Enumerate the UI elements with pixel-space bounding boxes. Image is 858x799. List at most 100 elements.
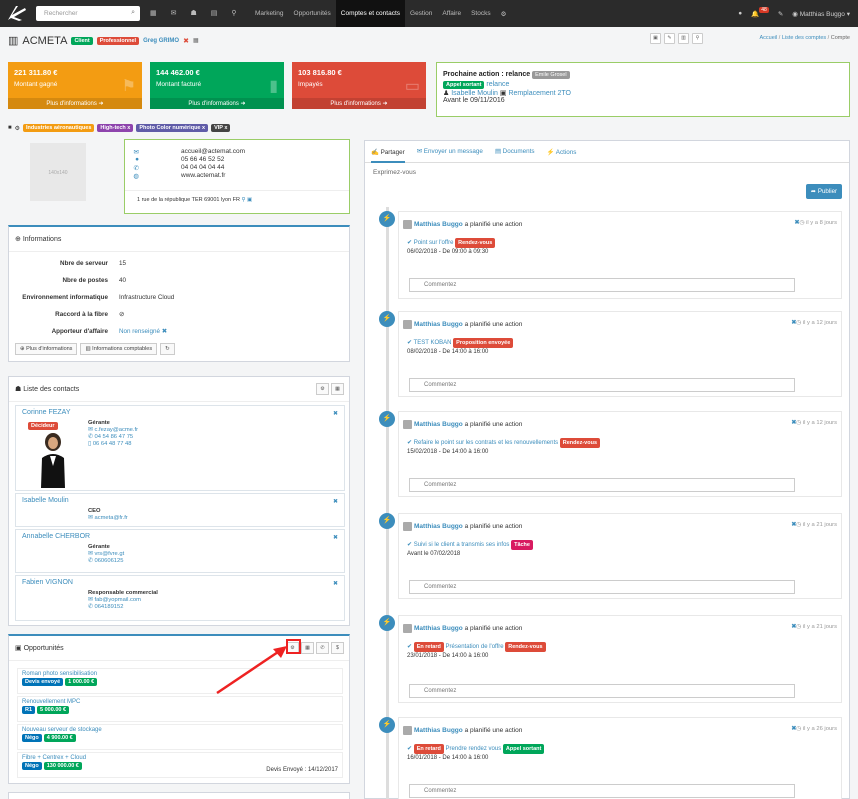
export-icon[interactable]: ▣ <box>650 33 661 44</box>
menu-marketing[interactable]: Marketing <box>250 0 289 27</box>
contact-phone[interactable]: ✆ 064189152 <box>88 604 158 611</box>
feed-user[interactable]: Matthias Buggo <box>414 321 463 328</box>
delete-icon[interactable]: ✖ <box>795 220 800 226</box>
opportunity-row[interactable]: Fibre + Centrex + Cloud Négo 130 000.00 € D… <box>17 752 343 778</box>
search-input[interactable]: Rechercher ⌕ <box>36 6 140 21</box>
wrench-icon[interactable]: ✎ <box>778 10 783 18</box>
tag-item[interactable]: Industries aéronautiques <box>23 124 95 132</box>
calendar-icon[interactable]: ▦ <box>150 9 157 17</box>
tab-actions[interactable]: ⚡ Actions <box>547 148 577 162</box>
delete-icon[interactable]: ✖ <box>791 624 796 630</box>
action-link[interactable]: ✔ Refaire le point sur les contrats et l… <box>407 440 558 446</box>
delete-icon[interactable]: ▥ <box>678 33 689 44</box>
more-info-button[interactable]: ⊕ Plus d'informations <box>15 343 78 355</box>
breadcrumb-accounts[interactable]: Liste des comptes <box>782 35 826 41</box>
remove-contact-icon[interactable]: ✖ <box>333 580 338 587</box>
remove-contact-icon[interactable]: ✖ <box>333 534 338 541</box>
info-value[interactable]: Non renseigné ✖ <box>119 328 167 335</box>
stat-more-info-link[interactable]: Plus d'informations ➜ <box>8 98 142 109</box>
menu-more-icon[interactable]: ⚙ <box>496 0 512 27</box>
feed-user[interactable]: Matthias Buggo <box>414 221 463 228</box>
accounting-info-button[interactable]: ▥ Informations comptables <box>80 343 158 355</box>
menu-comptes-contacts[interactable]: Comptes et contacts <box>335 0 406 27</box>
location-icon[interactable]: ⚲ <box>231 9 236 17</box>
map-pin-icon[interactable]: ⚲ <box>692 33 703 44</box>
contact-email[interactable]: ✉ c.fezay@acme.fr <box>88 427 138 434</box>
remove-contact-icon[interactable]: ✖ <box>333 498 338 505</box>
remove-owner-icon[interactable]: ✖ <box>183 37 189 45</box>
tab-documents[interactable]: ▤ Documents <box>495 148 535 162</box>
comment-input[interactable]: Commentez <box>409 478 795 492</box>
post-input[interactable]: Exprimez-vous <box>373 169 416 176</box>
tag-item[interactable]: VIP x <box>211 124 231 132</box>
mail-icon[interactable]: ✉ <box>171 9 177 17</box>
contact-name[interactable]: Fabien VIGNON <box>16 576 344 589</box>
contact-name[interactable]: Corinne FEZAY <box>16 406 344 419</box>
action-link[interactable]: ✔ Suivi si le client a transmis ses info… <box>407 542 509 548</box>
menu-affaire[interactable]: Affaire <box>437 0 466 27</box>
comment-input[interactable]: Commentez <box>409 580 795 594</box>
grid-icon[interactable]: ▦ <box>193 37 199 44</box>
opportunity-name[interactable]: Renouvellement MPC <box>18 697 342 705</box>
opportunities-grid-button[interactable]: ▦ <box>301 642 314 654</box>
feed-user[interactable]: Matthias Buggo <box>414 523 463 530</box>
delete-icon[interactable]: ✖ <box>791 522 796 528</box>
feed-user[interactable]: Matthias Buggo <box>414 421 463 428</box>
comment-input[interactable]: Commentez <box>409 784 795 798</box>
stat-more-info-link[interactable]: Plus d'informations ➜ <box>150 98 284 109</box>
comment-input[interactable]: Commentez <box>409 378 795 392</box>
help-icon[interactable]: ● <box>738 10 742 17</box>
company-email[interactable]: accueil@actemat.com <box>181 148 245 156</box>
comment-input[interactable]: Commentez <box>409 684 795 698</box>
contact-email[interactable]: ✉ fab@yopmail.com <box>88 597 158 604</box>
contact-name[interactable]: Isabelle Moulin <box>16 494 344 507</box>
tag-item[interactable]: Photo Color numérique x <box>136 124 209 132</box>
next-action-link[interactable]: relance <box>486 81 509 88</box>
company-phone2[interactable]: 04 04 04 04 44 <box>181 164 224 172</box>
next-action-person[interactable]: Isabelle Moulin <box>451 90 498 97</box>
contact-phone[interactable]: ✆ 060606125 <box>88 558 124 565</box>
contact-name[interactable]: Annabelle CHERBOR <box>16 530 344 543</box>
menu-gestion[interactable]: Gestion <box>405 0 437 27</box>
opportunities-money-button[interactable]: $ <box>331 642 344 654</box>
tab-envoyer-message[interactable]: ✉ Envoyer un message <box>417 148 483 162</box>
publish-button[interactable]: ➦ Publier <box>806 184 842 199</box>
menu-stocks[interactable]: Stocks <box>466 0 496 27</box>
contacts-grid-button[interactable]: ▦ <box>331 383 344 395</box>
remove-contact-icon[interactable]: ✖ <box>333 410 338 417</box>
opportunity-row[interactable]: Renouvellement MPC R1 5 000.00 € <box>17 696 343 722</box>
contact-phone[interactable]: ✆ 04 54 86 47 75 <box>88 434 138 441</box>
contacts-settings-button[interactable]: ⚙ <box>316 383 329 395</box>
stat-more-info-link[interactable]: Plus d'informations ➜ <box>292 98 426 109</box>
plus-circle-icon[interactable]: ⊕ <box>15 236 21 243</box>
menu-opportunites[interactable]: Opportunités <box>289 0 336 27</box>
opportunity-row[interactable]: Nouveau serveur de stockage Négo 4 900.00 … <box>17 724 343 750</box>
breadcrumb-home[interactable]: Accueil <box>759 35 777 41</box>
company-phone[interactable]: 05 66 46 52 52 <box>181 156 224 164</box>
company-website[interactable]: www.actemat.fr <box>181 172 225 180</box>
next-action-detail[interactable]: Remplacement 2TO <box>508 90 571 97</box>
action-link[interactable]: ✔ TEST KOBAN <box>407 340 452 346</box>
tag-item[interactable]: High-tech x <box>97 124 134 132</box>
action-link[interactable]: ✔ Point sur l'offre <box>407 240 453 246</box>
contact-email[interactable]: ✉ vrs@fvre.gt <box>88 551 124 558</box>
tab-partager[interactable]: ✍ Partager <box>371 148 405 163</box>
contact-mobile[interactable]: ▯ 06 64 48 77 48 <box>88 441 138 448</box>
settings-icon[interactable]: ⚙ <box>15 125 20 132</box>
owner-link[interactable]: Greg GRIMO <box>143 38 179 44</box>
comment-input[interactable]: Commentez <box>409 278 795 292</box>
edit-icon[interactable]: ✎ <box>664 33 675 44</box>
contact-email[interactable]: ✉ acmeta@fr.fr <box>88 515 128 522</box>
app-logo[interactable] <box>6 4 28 22</box>
opportunity-name[interactable]: Nouveau serveur de stockage <box>18 725 342 733</box>
feed-user[interactable]: Matthias Buggo <box>414 625 463 632</box>
opportunities-phone-button[interactable]: ✆ <box>316 642 329 654</box>
delete-icon[interactable]: ✖ <box>791 726 796 732</box>
user-menu[interactable]: ◉ Matthias Buggo ▾ <box>792 10 850 18</box>
action-link[interactable]: Présentation de l'offre <box>446 644 504 650</box>
delete-icon[interactable]: ✖ <box>791 320 796 326</box>
delete-icon[interactable]: ✖ <box>791 420 796 426</box>
opportunity-name[interactable]: Fibre + Centrex + Cloud <box>18 753 342 761</box>
refresh-button[interactable]: ↻ <box>160 343 175 355</box>
map-pin-icon[interactable]: ⚲ ▣ <box>241 197 252 203</box>
